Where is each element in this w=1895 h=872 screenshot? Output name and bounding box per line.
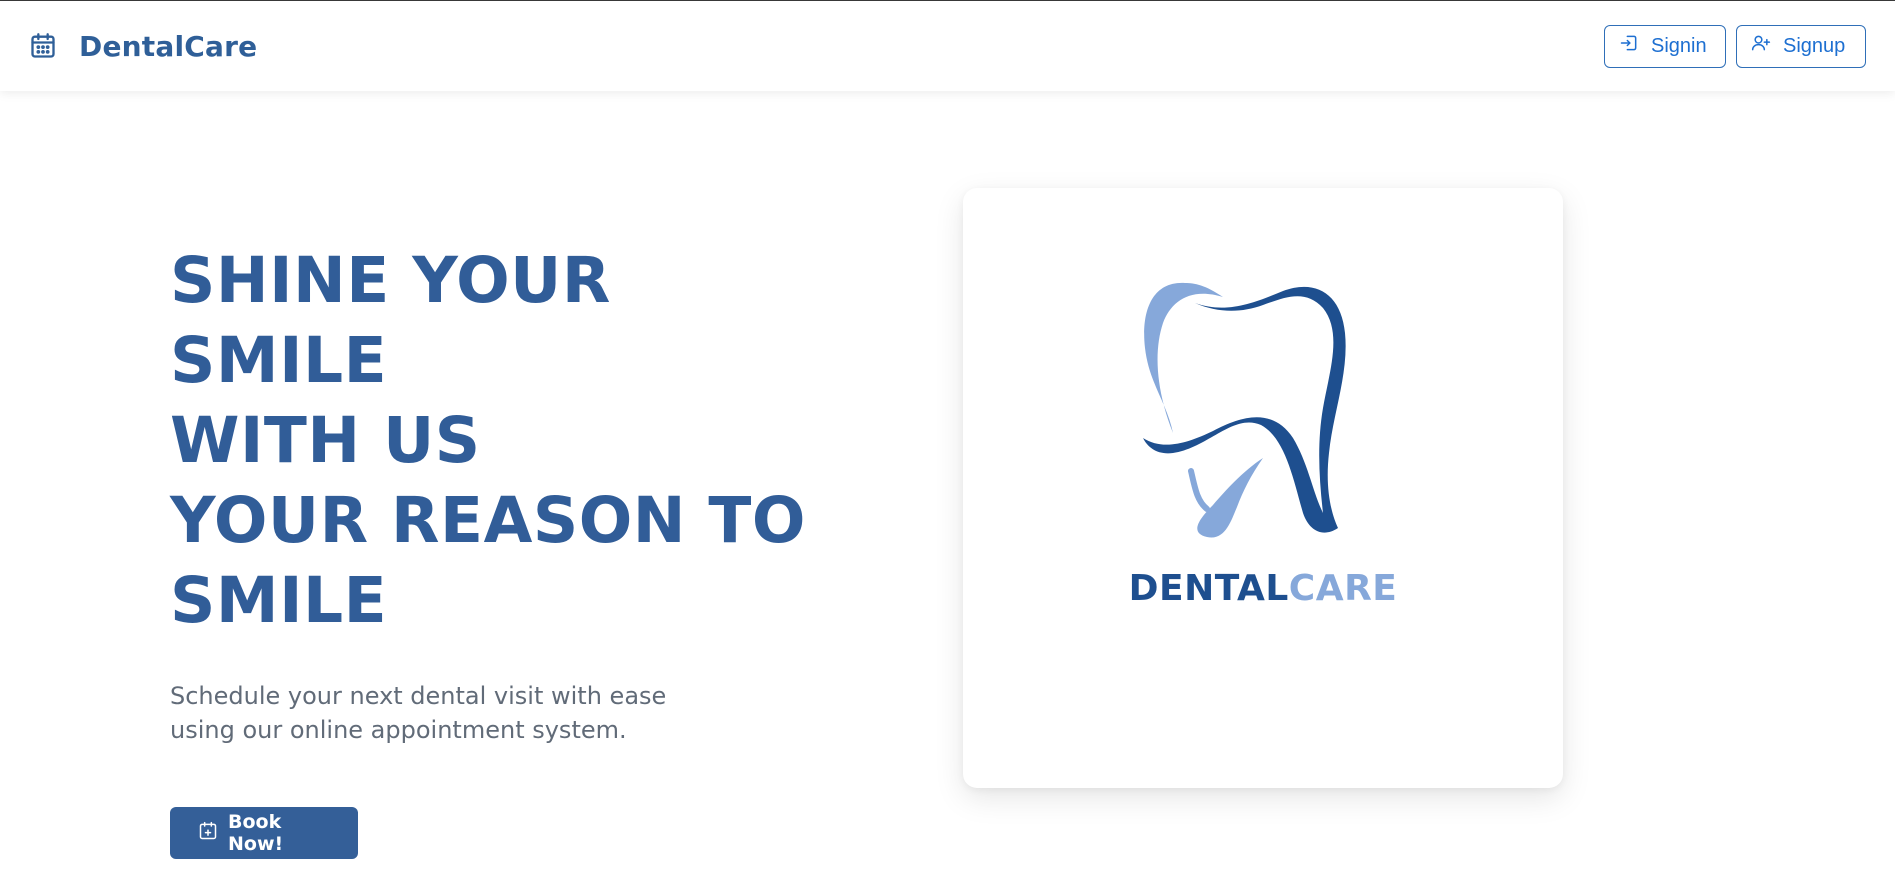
nav-actions: Signin Signup	[1604, 24, 1866, 68]
brand[interactable]: DentalCare	[29, 30, 257, 63]
calendar-plus-icon	[198, 821, 218, 846]
logo-wordmark: DENTALCARE	[963, 568, 1563, 609]
logo-text-primary: DENTAL	[1128, 568, 1289, 609]
logo-text-secondary: CARE	[1288, 568, 1398, 609]
tooth-logo-icon	[1143, 282, 1346, 538]
logo-card: DENTALCARE	[963, 188, 1563, 788]
navbar: DentalCare Signin Signup	[0, 1, 1895, 91]
book-now-label: Book Now!	[228, 811, 284, 855]
hero-headline: SHINE YOUR SMILE WITH US YOUR REASON TO …	[170, 241, 810, 641]
signin-icon	[1619, 33, 1639, 59]
brand-name: DentalCare	[79, 29, 258, 63]
headline-line: SMILE	[170, 564, 388, 637]
signin-button[interactable]: Signin	[1604, 24, 1726, 68]
book-now-button[interactable]: Book Now!	[170, 807, 358, 859]
hero-section: SHINE YOUR SMILE WITH US YOUR REASON TO …	[0, 91, 1895, 872]
calendar-icon	[29, 32, 57, 60]
headline-line: SHINE YOUR SMILE	[170, 244, 611, 397]
signup-button[interactable]: Signup	[1736, 24, 1866, 68]
signup-label: Signup	[1783, 34, 1846, 57]
hero-text: SHINE YOUR SMILE WITH US YOUR REASON TO …	[170, 241, 810, 859]
headline-line: WITH US	[170, 404, 481, 477]
hero-subtext: Schedule your next dental visit with eas…	[170, 682, 667, 744]
signin-label: Signin	[1651, 34, 1707, 57]
headline-line: YOUR REASON TO	[170, 484, 806, 557]
user-plus-icon	[1751, 33, 1771, 59]
